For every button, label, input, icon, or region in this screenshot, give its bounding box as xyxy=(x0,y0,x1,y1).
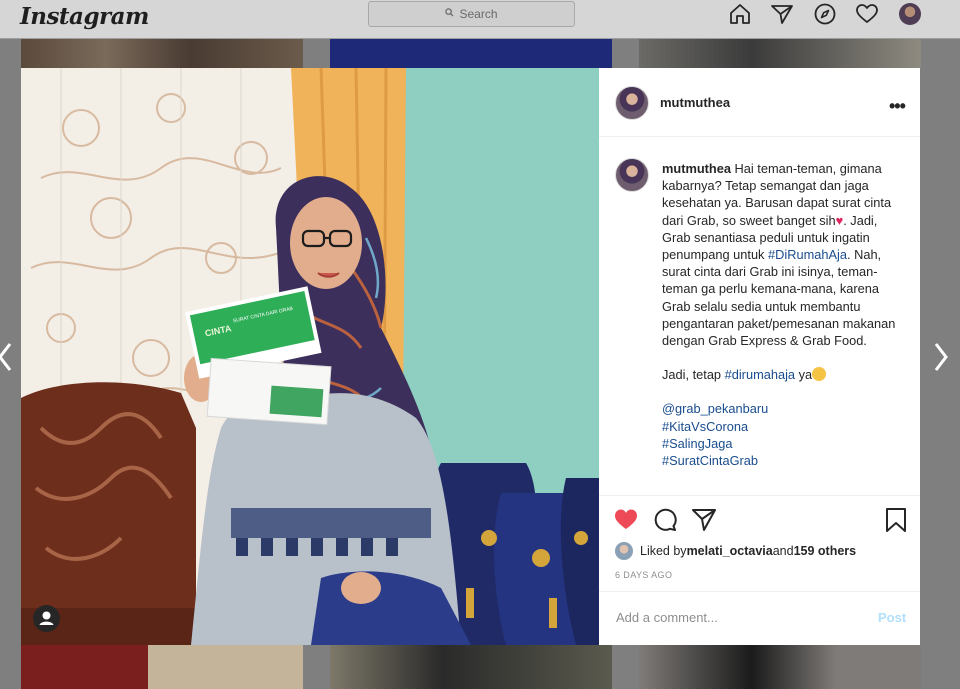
caption-text-1c: . Nah, surat cinta dari Grab ini isinya,… xyxy=(662,247,896,349)
author-username[interactable]: mutmuthea xyxy=(660,95,730,110)
explore-icon[interactable] xyxy=(813,3,837,25)
search-placeholder: Search xyxy=(459,7,498,21)
likes-summary[interactable]: Liked by melati_octavia and 159 others xyxy=(615,542,856,560)
liker-avatar xyxy=(615,542,633,560)
search-icon xyxy=(445,8,455,20)
chevron-right-icon[interactable] xyxy=(930,340,952,374)
feed-tile-bottom-middle[interactable] xyxy=(330,645,612,689)
likes-prefix: Liked by xyxy=(640,544,687,558)
caption-paragraph-1: mutmuthea Hai teman-teman, gimana kabarn… xyxy=(662,160,907,349)
feed-tile-bottom-right[interactable] xyxy=(639,645,921,689)
caption-paragraph-3: @grab_pekanbaru #KitaVsCorona #SalingJag… xyxy=(662,400,907,469)
caption-paragraph-2: Jadi, tetap #dirumahaja ya xyxy=(662,366,907,383)
likes-count[interactable]: 159 others xyxy=(794,544,857,558)
post-comment-button[interactable]: Post xyxy=(878,610,906,625)
instagram-logo[interactable]: Instagram xyxy=(20,3,149,30)
activity-heart-icon[interactable] xyxy=(855,3,879,25)
hashtag-kitavscorona-link[interactable]: #KitaVsCorona xyxy=(662,419,748,434)
save-bookmark-icon[interactable] xyxy=(883,507,909,533)
add-comment-input[interactable] xyxy=(614,609,868,626)
comment-icon[interactable] xyxy=(652,507,678,533)
feed-tile-bottom-left[interactable] xyxy=(21,645,303,689)
hashtag-dirumahaja-lower-link[interactable]: #dirumahaja xyxy=(725,367,795,382)
author-avatar[interactable] xyxy=(615,86,649,120)
caption-author-avatar[interactable] xyxy=(615,158,649,192)
search-box[interactable]: Search xyxy=(368,1,575,27)
post-header: mutmuthea ••• xyxy=(599,68,920,137)
more-options-icon[interactable]: ••• xyxy=(889,96,906,117)
feed-tile-top-right[interactable] xyxy=(639,39,921,68)
caption-text-2a: Jadi, tetap xyxy=(662,367,725,383)
liker-username[interactable]: melati_octavia xyxy=(687,544,773,558)
caption-text-2b: ya xyxy=(795,367,813,383)
likes-middle: and xyxy=(772,544,794,558)
direct-icon[interactable] xyxy=(770,3,794,25)
post-caption: mutmuthea Hai teman-teman, gimana kabarn… xyxy=(662,160,907,469)
smiling-face-emoji-icon xyxy=(812,367,827,382)
feed-tile-top-middle[interactable] xyxy=(330,39,612,68)
photo-illustration: CINTA SURAT CINTA DARI GRAB xyxy=(21,68,599,645)
tagged-user-icon[interactable] xyxy=(33,605,60,632)
hashtag-suratcintagrab-link[interactable]: #SuratCintaGrab xyxy=(662,453,758,468)
hashtag-salingjaga-link[interactable]: #SalingJaga xyxy=(662,436,732,451)
post-photo[interactable]: CINTA SURAT CINTA DARI GRAB xyxy=(21,68,599,645)
home-icon[interactable] xyxy=(728,3,752,25)
chevron-left-icon[interactable] xyxy=(0,340,16,374)
top-navigation-bar: Instagram Search xyxy=(0,0,960,39)
caption-username[interactable]: mutmuthea xyxy=(662,161,731,176)
like-heart-icon[interactable] xyxy=(613,507,639,533)
share-icon[interactable] xyxy=(691,507,717,533)
feed-tile-top-left[interactable] xyxy=(21,39,303,68)
mention-grab-pekanbaru-link[interactable]: @grab_pekanbaru xyxy=(662,401,768,416)
comment-box: Post xyxy=(599,591,920,646)
hashtag-dirumahaja-link[interactable]: #DiRumahAja xyxy=(768,247,847,262)
profile-avatar[interactable] xyxy=(899,3,921,25)
post-timestamp[interactable]: 6 DAYS AGO xyxy=(615,570,672,580)
actions-divider xyxy=(599,495,920,496)
post-detail-panel: mutmuthea ••• mutmuthea Hai teman-teman,… xyxy=(599,68,920,645)
